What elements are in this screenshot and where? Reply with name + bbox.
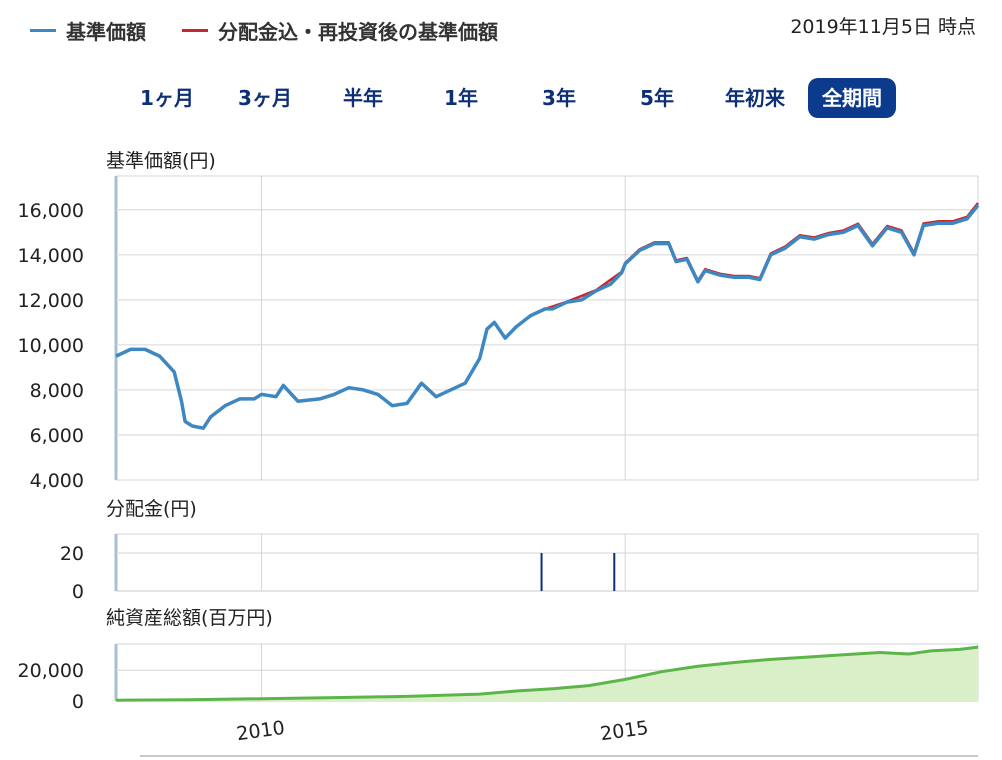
series-line-reinvest (544, 202, 979, 311)
legend-label-reinvest: 分配金込・再投資後の基準価額 (218, 20, 498, 44)
period-6m-button[interactable]: 半年 (314, 78, 412, 118)
period-3y-button[interactable]: 3年 (510, 78, 608, 118)
legend-item-nav: 基準価額 (30, 16, 146, 45)
period-tabs: 1ヶ月 3ヶ月 半年 1年 3年 5年 年初来 全期間 (118, 78, 896, 118)
legend-swatch-nav (30, 29, 56, 32)
distribution-chart-title: 分配金(円) (106, 498, 197, 520)
nav-chart-title: 基準価額(円) (106, 150, 216, 172)
period-all-button[interactable]: 全期間 (808, 78, 896, 118)
y-tick-label: 4,000 (30, 470, 84, 492)
assets-area-fill (116, 647, 978, 701)
period-5y-button[interactable]: 5年 (608, 78, 706, 118)
as-of-date: 2019年11月5日 時点 (790, 16, 976, 38)
x-tick-label: 2010 (235, 717, 286, 746)
y-tick-label: 10,000 (18, 335, 84, 357)
legend: 基準価額 分配金込・再投資後の基準価額 (30, 16, 534, 45)
assets-chart-title: 純資産総額(百万円) (106, 607, 273, 629)
y-tick-label: 16,000 (18, 200, 84, 222)
legend-item-reinvest: 分配金込・再投資後の基準価額 (182, 16, 498, 45)
legend-swatch-reinvest (182, 29, 208, 32)
legend-label-nav: 基準価額 (66, 20, 146, 44)
y-tick-label: 14,000 (18, 245, 84, 267)
period-3m-button[interactable]: 3ヶ月 (216, 78, 314, 118)
y-tick-label: 20 (60, 543, 84, 565)
y-tick-label: 12,000 (18, 290, 84, 312)
period-ytd-button[interactable]: 年初来 (706, 78, 804, 118)
series-line-nav (115, 204, 980, 430)
y-tick-label: 0 (72, 691, 84, 713)
y-tick-label: 0 (72, 581, 84, 603)
period-1y-button[interactable]: 1年 (412, 78, 510, 118)
y-tick-label: 6,000 (30, 425, 84, 447)
y-tick-label: 8,000 (30, 380, 84, 402)
period-1m-button[interactable]: 1ヶ月 (118, 78, 216, 118)
x-tick-label: 2015 (599, 717, 650, 746)
assets-line (115, 645, 979, 702)
y-tick-label: 20,000 (18, 660, 84, 682)
